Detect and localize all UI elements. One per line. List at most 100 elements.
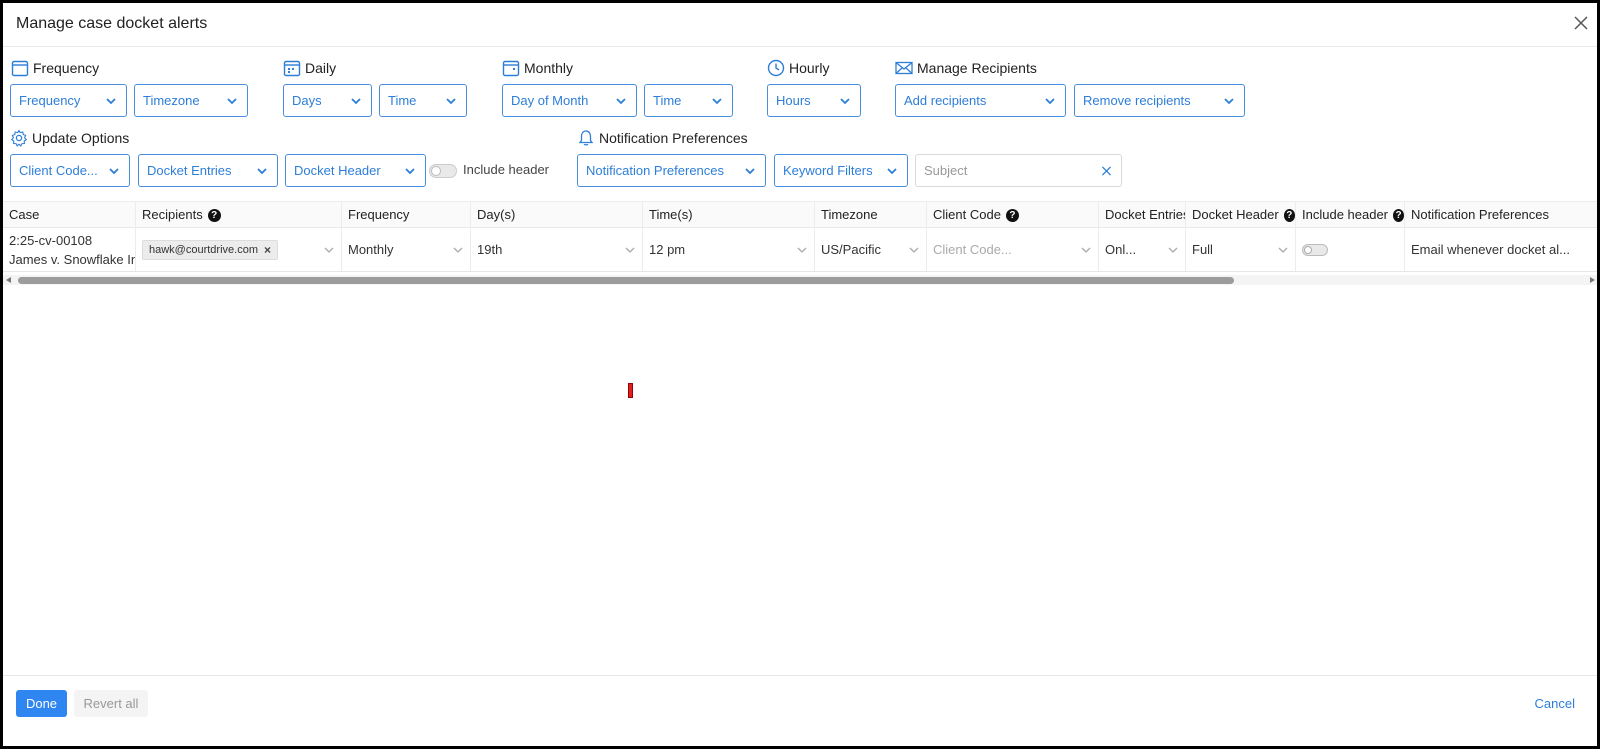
keyword-filters-select[interactable]: Keyword Filters (774, 154, 908, 187)
chevron-down-icon (840, 97, 850, 104)
include-header-label: Include header (463, 162, 550, 177)
docket-entries-value: Onl... (1105, 242, 1137, 257)
column-header-days: Day(s) (471, 202, 643, 228)
recipients-value: hawk@courtdrive.com × (142, 239, 323, 260)
notification-preferences-cell[interactable]: Email whenever docket al... (1405, 228, 1597, 271)
chevron-down-icon (351, 97, 361, 104)
cursor-marker (628, 383, 633, 398)
notification-preferences-text: Notification Preferences (599, 130, 748, 146)
client-code-cell[interactable]: Client Code... (927, 228, 1099, 271)
include-header-toggle[interactable] (429, 164, 457, 178)
column-label: Client Code (933, 207, 1001, 222)
include-header-cell (1296, 228, 1405, 271)
daily-group-text: Daily (305, 60, 337, 76)
chevron-down-icon (106, 97, 116, 104)
recipients-group-label: Manage Recipients (895, 58, 1037, 78)
column-header-client-code: Client Code? (927, 202, 1099, 228)
timezone-value: US/Pacific (821, 242, 881, 257)
scrollbar-thumb[interactable] (18, 277, 1234, 284)
chevron-down-icon (625, 247, 635, 253)
scroll-right-icon[interactable] (1590, 277, 1595, 283)
toggle-knob (1304, 245, 1312, 254)
column-label: Docket Entries (1105, 207, 1186, 222)
frequency-group-label: Frequency (11, 58, 99, 78)
chevron-down-icon (324, 247, 334, 253)
daily-group-label: Daily (283, 58, 336, 78)
notification-preferences-select[interactable]: Notification Preferences (577, 154, 766, 187)
frequency-group-text: Frequency (33, 60, 100, 76)
times-cell[interactable]: 12 pm (643, 228, 815, 271)
timezone-select[interactable]: Timezone (134, 84, 248, 117)
help-icon[interactable]: ? (1005, 208, 1019, 222)
column-label: Include header (1302, 207, 1389, 222)
timezone-cell[interactable]: US/Pacific (815, 228, 927, 271)
frequency-select[interactable]: Frequency (10, 84, 127, 117)
days-select-label: Days (292, 93, 322, 108)
gear-icon (10, 129, 28, 147)
chevron-down-icon (797, 247, 807, 253)
notification-preferences-select-label: Notification Preferences (586, 163, 725, 178)
column-header-include-header: Include header? (1296, 202, 1405, 228)
help-icon[interactable]: ? (1283, 208, 1295, 222)
remove-recipient-icon[interactable]: × (264, 243, 271, 257)
chevron-down-icon (616, 97, 626, 104)
add-recipients-select[interactable]: Add recipients (895, 84, 1066, 117)
help-icon[interactable]: ? (207, 208, 221, 222)
case-cell: 2:25-cv-00108 James v. Snowflake Inc (3, 228, 136, 271)
column-label: Time(s) (649, 207, 693, 222)
recipients-cell[interactable]: hawk@courtdrive.com × (136, 228, 342, 271)
calendar-days-icon (283, 60, 301, 77)
notification-preferences-value: Email whenever docket al... (1411, 242, 1570, 257)
hourly-group-text: Hourly (789, 60, 830, 76)
docket-header-value: Full (1192, 242, 1213, 257)
docket-entries-cell[interactable]: Onl... (1099, 228, 1186, 271)
chevron-down-icon (1081, 247, 1091, 253)
docket-header-cell[interactable]: Full (1186, 228, 1296, 271)
times-value: 12 pm (649, 242, 686, 257)
calendar-icon (11, 60, 29, 77)
days-select[interactable]: Days (283, 84, 372, 117)
daily-time-select-label: Time (388, 93, 417, 108)
docket-header-select-label: Docket Header (294, 163, 381, 178)
table-row: 2:25-cv-00108 James v. Snowflake Inc haw… (3, 228, 1597, 272)
clear-icon[interactable] (1100, 163, 1113, 179)
monthly-time-select[interactable]: Time (644, 84, 733, 117)
revert-all-button[interactable]: Revert all (74, 690, 148, 717)
case-number: 2:25-cv-00108 (9, 232, 93, 248)
column-header-notification-preferences: Notification Preferences (1405, 202, 1597, 228)
daily-time-select[interactable]: Time (379, 84, 467, 117)
mail-icon (895, 61, 913, 75)
timezone-select-label: Timezone (143, 93, 200, 108)
column-header-timezone: Timezone (815, 202, 927, 228)
chevron-down-icon (453, 247, 463, 253)
docket-entries-select[interactable]: Docket Entries (138, 154, 278, 187)
keyword-filters-select-label: Keyword Filters (783, 163, 873, 178)
column-label: Case (9, 207, 40, 222)
add-recipients-select-label: Add recipients (904, 93, 987, 108)
day-of-month-select[interactable]: Day of Month (502, 84, 637, 117)
hourly-group-label: Hourly (767, 58, 829, 78)
days-cell[interactable]: 19th (471, 228, 643, 271)
toggle-knob (431, 166, 441, 176)
monthly-time-select-label: Time (653, 93, 682, 108)
hours-select[interactable]: Hours (767, 84, 861, 117)
include-header-row-toggle[interactable] (1302, 243, 1328, 256)
cancel-button[interactable]: Cancel (1535, 696, 1575, 711)
subject-input[interactable] (924, 163, 1100, 178)
recipient-email: hawk@courtdrive.com (149, 243, 258, 256)
horizontal-scrollbar[interactable] (3, 275, 1597, 285)
remove-recipients-select[interactable]: Remove recipients (1074, 84, 1245, 117)
done-button[interactable]: Done (16, 690, 67, 717)
scroll-left-icon[interactable] (6, 277, 11, 283)
column-label: Docket Header (1192, 207, 1279, 222)
client-code-select[interactable]: Client Code... (10, 154, 130, 187)
modal-header: Manage case docket alerts (3, 3, 1597, 47)
close-icon[interactable] (1571, 13, 1591, 33)
frequency-cell[interactable]: Monthly (342, 228, 471, 271)
monthly-group-text: Monthly (524, 60, 574, 76)
docket-header-select[interactable]: Docket Header (285, 154, 426, 187)
update-options-text: Update Options (32, 130, 130, 146)
remove-recipients-select-label: Remove recipients (1083, 93, 1191, 108)
help-icon[interactable]: ? (1393, 208, 1404, 222)
days-value: 19th (477, 242, 503, 257)
